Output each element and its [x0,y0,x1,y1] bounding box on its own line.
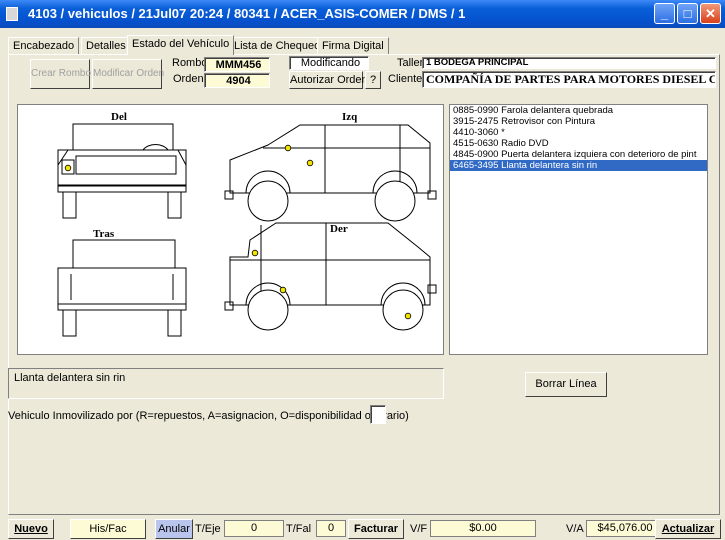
front-view [57,123,187,219]
tab-firma-digital[interactable]: Firma Digital [317,37,389,54]
modificar-orden-button[interactable]: Modificar Orden [92,59,164,89]
rombo-label: Rombo [172,57,208,69]
list-item[interactable]: 4410-3060 * [450,127,707,138]
facturar-button[interactable]: Facturar [348,519,404,539]
borrar-linea-button[interactable]: Borrar Línea [525,372,607,397]
right-view-label: Der [330,223,348,235]
minimize-button[interactable]: _ [654,3,675,24]
rear-view-label: Tras [93,228,115,240]
help-button[interactable]: ? [365,71,381,89]
va-field: $45,076.00 [586,520,664,537]
cliente-label: Cliente [388,73,423,85]
front-view-label: Del [111,111,127,123]
inmovilizado-field[interactable] [370,405,386,424]
damage-marker [64,164,72,172]
rombo-field[interactable]: MMM456 [204,57,270,72]
damage-list[interactable]: 0885-0990 Farola delantera quebrada 3915… [449,104,708,355]
vf-field: $0.00 [430,520,536,537]
vehicle-diagram-drawing [57,123,437,337]
damage-marker [279,286,287,294]
left-view-label: Izq [342,111,358,123]
tab-estado-vehiculo[interactable]: Estado del Vehículo [127,35,235,55]
list-item[interactable]: 4515-0630 Radio DVD [450,138,707,149]
mode-status: Modificando [289,56,369,70]
damage-marker [284,144,292,152]
right-side-view [224,222,437,331]
list-item[interactable]: 4845-0900 Puerta delantera izquiera con … [450,149,707,160]
damage-markers [64,144,412,320]
cliente-field[interactable]: COMPAÑÍA DE PARTES PARA MOTORES DIESEL C… [422,71,716,88]
tab-detalles[interactable]: Detalles [81,37,131,54]
orden-field[interactable]: 4904 [204,73,270,88]
app-icon [6,7,18,21]
orden-label: Orden [173,73,204,85]
taller-field[interactable]: 1 BODEGA PRINCIPAL [422,57,716,69]
title-bar[interactable]: 4103 / vehiculos / 21Jul07 20:24 / 80341… [0,0,725,28]
inmovilizado-label: Vehiculo Inmovilizado por (R=repuestos, … [8,410,409,422]
list-item[interactable]: 0885-0990 Farola delantera quebrada [450,105,707,116]
rear-view [57,239,187,337]
actualizar-button[interactable]: Actualizar [655,519,721,539]
left-side-view [224,124,437,222]
damage-marker [306,159,314,167]
list-item-selected[interactable]: 6465-3495 Llanta delantera sin rin [450,160,707,171]
window-title: 4103 / vehiculos / 21Jul07 20:24 / 80341… [28,6,466,21]
his-fac-button[interactable]: His/Fac [70,519,146,539]
list-item[interactable]: 3915-2475 Retrovisor con Pintura [450,116,707,127]
anular-button[interactable]: Anular [155,519,193,539]
t-eje-label: T/Eje [195,523,221,535]
damage-marker [404,312,412,320]
taller-label: Taller [397,57,424,69]
maximize-button[interactable]: □ [677,3,698,24]
vehicle-diagram[interactable]: Del Izq Tras Der [17,104,444,355]
va-label: V/A [566,523,584,535]
nuevo-button[interactable]: Nuevo [8,519,54,539]
t-eje-field: 0 [224,520,284,537]
crear-rombo-button[interactable]: Crear Rombo [30,59,91,89]
t-fal-field: 0 [316,520,346,537]
selected-description: Llanta delantera sin rin [8,368,444,399]
damage-marker [251,249,259,257]
t-fal-label: T/Fal [286,523,312,535]
close-button[interactable]: ✕ [700,3,721,24]
tab-encabezado[interactable]: Encabezado [8,37,80,54]
tab-lista-chequeo[interactable]: Lista de Chequeo [229,37,326,54]
autorizar-orden-button[interactable]: Autorizar Orden [289,71,368,89]
vf-label: V/F [410,523,428,535]
